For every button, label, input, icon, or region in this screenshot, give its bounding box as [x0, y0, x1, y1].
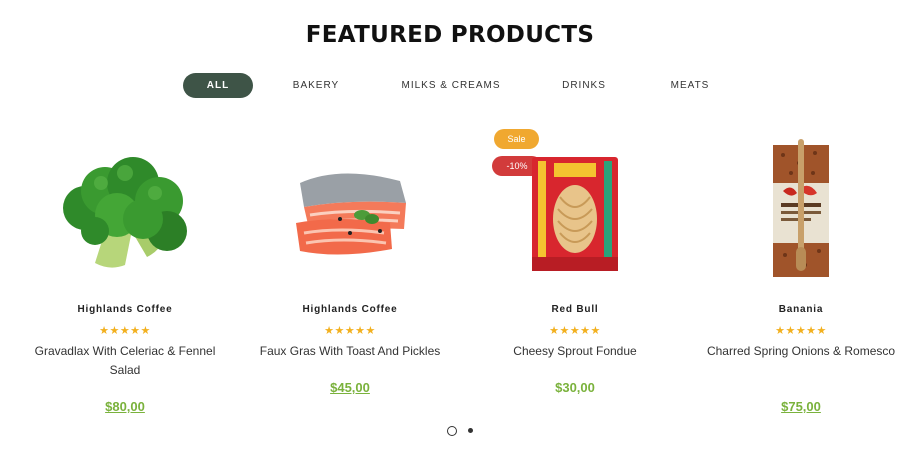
sale-badge: Sale [494, 129, 539, 149]
section-title: FEATURED PRODUCTS [305, 22, 595, 48]
rating-stars: ★★★★★ [324, 325, 376, 337]
tab-drinks[interactable]: DRINKS [550, 73, 618, 98]
pagination-dot-1[interactable] [447, 426, 457, 436]
product-price[interactable]: $80,00 [25, 399, 225, 414]
pasta-pack-image[interactable] [532, 157, 618, 271]
tab-bakery[interactable]: BAKERY [280, 73, 352, 98]
carousel-pagination [0, 426, 900, 436]
product-vendor: Banania [778, 304, 824, 315]
product-name[interactable]: Gravadlax With Celeriac & Fennel Salad [25, 342, 225, 380]
broccoli-image[interactable] [55, 153, 195, 273]
product-vendor: Highlands Coffee [77, 304, 173, 315]
tab-milks-creams[interactable]: MILKS & CREAMS [395, 73, 507, 98]
product-name[interactable]: Cheesy Sprout Fondue [475, 342, 675, 361]
product-price[interactable]: $45,00 [250, 380, 450, 395]
product-card[interactable]: Highlands Coffee ★★★★★ Gravadlax With Ce… [25, 125, 225, 425]
rating-stars: ★★★★★ [549, 325, 601, 337]
product-vendor: Highlands Coffee [302, 304, 398, 315]
salmon-image[interactable] [280, 163, 420, 263]
chili-powder-bag-image[interactable] [769, 139, 833, 279]
rating-stars: ★★★★★ [775, 325, 827, 337]
category-tabs: ALL BAKERY MILKS & CREAMS DRINKS MEATS [0, 73, 900, 98]
product-card[interactable]: Highlands Coffee ★★★★★ Faux Gras With To… [250, 125, 450, 425]
product-card[interactable]: Banania ★★★★★ Charred Spring Onions & Ro… [701, 125, 900, 425]
tab-all[interactable]: ALL [183, 73, 253, 98]
product-vendor: Red Bull [551, 304, 599, 315]
pagination-dot-2[interactable] [468, 428, 473, 433]
rating-stars: ★★★★★ [99, 325, 151, 337]
product-price[interactable]: $75,00 [701, 399, 900, 414]
product-name[interactable]: Faux Gras With Toast And Pickles [250, 342, 450, 361]
tab-meats[interactable]: MEATS [658, 73, 722, 98]
product-price[interactable]: $30,00 [475, 380, 675, 395]
product-card[interactable]: Sale -10% Red Bull ★★★★★ Cheesy Sprout F… [475, 125, 675, 425]
product-name[interactable]: Charred Spring Onions & Romesco [701, 342, 900, 361]
